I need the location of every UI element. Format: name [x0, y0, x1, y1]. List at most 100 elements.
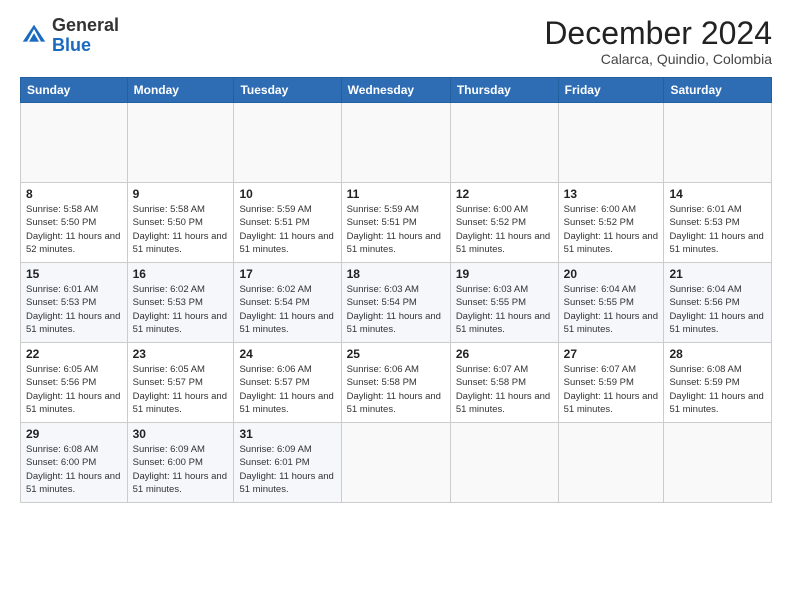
calendar-day-cell — [558, 423, 664, 503]
month-title: December 2024 — [544, 16, 772, 51]
calendar-table: Sunday Monday Tuesday Wednesday Thursday… — [20, 77, 772, 503]
title-block: December 2024 Calarca, Quindio, Colombia — [544, 16, 772, 67]
day-number: 11 — [347, 187, 445, 201]
calendar-day-cell — [341, 423, 450, 503]
calendar-day-cell: 27 Sunrise: 6:07 AMSunset: 5:59 PMDaylig… — [558, 343, 664, 423]
day-info: Sunrise: 6:04 AMSunset: 5:55 PMDaylight:… — [564, 284, 658, 335]
day-number: 30 — [133, 427, 229, 441]
calendar-day-cell: 30 Sunrise: 6:09 AMSunset: 6:00 PMDaylig… — [127, 423, 234, 503]
calendar-day-cell: 17 Sunrise: 6:02 AMSunset: 5:54 PMDaylig… — [234, 263, 341, 343]
day-number: 17 — [239, 267, 335, 281]
day-number: 10 — [239, 187, 335, 201]
logo-general: General — [52, 15, 119, 35]
calendar-day-cell: 26 Sunrise: 6:07 AMSunset: 5:58 PMDaylig… — [450, 343, 558, 423]
day-info: Sunrise: 6:03 AMSunset: 5:55 PMDaylight:… — [456, 284, 550, 335]
calendar-week-row — [21, 103, 772, 183]
logo-icon — [20, 22, 48, 50]
calendar-day-cell — [127, 103, 234, 183]
day-number: 16 — [133, 267, 229, 281]
day-number: 20 — [564, 267, 659, 281]
day-info: Sunrise: 6:00 AMSunset: 5:52 PMDaylight:… — [456, 204, 550, 255]
day-number: 23 — [133, 347, 229, 361]
calendar-day-cell: 29 Sunrise: 6:08 AMSunset: 6:00 PMDaylig… — [21, 423, 128, 503]
day-info: Sunrise: 5:59 AMSunset: 5:51 PMDaylight:… — [239, 204, 333, 255]
day-info: Sunrise: 6:02 AMSunset: 5:53 PMDaylight:… — [133, 284, 227, 335]
col-saturday: Saturday — [664, 78, 772, 103]
calendar-day-cell: 10 Sunrise: 5:59 AMSunset: 5:51 PMDaylig… — [234, 183, 341, 263]
day-number: 26 — [456, 347, 553, 361]
day-number: 8 — [26, 187, 122, 201]
day-info: Sunrise: 6:05 AMSunset: 5:57 PMDaylight:… — [133, 364, 227, 415]
day-number: 31 — [239, 427, 335, 441]
col-thursday: Thursday — [450, 78, 558, 103]
day-number: 22 — [26, 347, 122, 361]
calendar-week-row: 22 Sunrise: 6:05 AMSunset: 5:56 PMDaylig… — [21, 343, 772, 423]
calendar-day-cell — [450, 423, 558, 503]
logo-text: General Blue — [52, 16, 119, 56]
day-info: Sunrise: 6:00 AMSunset: 5:52 PMDaylight:… — [564, 204, 658, 255]
col-tuesday: Tuesday — [234, 78, 341, 103]
day-number: 25 — [347, 347, 445, 361]
calendar-day-cell — [664, 423, 772, 503]
calendar-day-cell: 22 Sunrise: 6:05 AMSunset: 5:56 PMDaylig… — [21, 343, 128, 423]
calendar-day-cell: 31 Sunrise: 6:09 AMSunset: 6:01 PMDaylig… — [234, 423, 341, 503]
calendar-day-cell: 14 Sunrise: 6:01 AMSunset: 5:53 PMDaylig… — [664, 183, 772, 263]
col-friday: Friday — [558, 78, 664, 103]
calendar-day-cell: 28 Sunrise: 6:08 AMSunset: 5:59 PMDaylig… — [664, 343, 772, 423]
calendar-day-cell — [234, 103, 341, 183]
day-info: Sunrise: 6:07 AMSunset: 5:58 PMDaylight:… — [456, 364, 550, 415]
day-info: Sunrise: 6:03 AMSunset: 5:54 PMDaylight:… — [347, 284, 441, 335]
day-info: Sunrise: 6:09 AMSunset: 6:01 PMDaylight:… — [239, 444, 333, 495]
day-number: 28 — [669, 347, 766, 361]
col-wednesday: Wednesday — [341, 78, 450, 103]
calendar-day-cell — [664, 103, 772, 183]
day-info: Sunrise: 6:06 AMSunset: 5:58 PMDaylight:… — [347, 364, 441, 415]
location: Calarca, Quindio, Colombia — [544, 51, 772, 67]
calendar-day-cell: 11 Sunrise: 5:59 AMSunset: 5:51 PMDaylig… — [341, 183, 450, 263]
calendar-day-cell: 18 Sunrise: 6:03 AMSunset: 5:54 PMDaylig… — [341, 263, 450, 343]
day-number: 18 — [347, 267, 445, 281]
day-number: 19 — [456, 267, 553, 281]
calendar-day-cell: 15 Sunrise: 6:01 AMSunset: 5:53 PMDaylig… — [21, 263, 128, 343]
calendar-week-row: 29 Sunrise: 6:08 AMSunset: 6:00 PMDaylig… — [21, 423, 772, 503]
day-number: 27 — [564, 347, 659, 361]
calendar-day-cell: 25 Sunrise: 6:06 AMSunset: 5:58 PMDaylig… — [341, 343, 450, 423]
day-info: Sunrise: 5:58 AMSunset: 5:50 PMDaylight:… — [26, 204, 120, 255]
col-sunday: Sunday — [21, 78, 128, 103]
col-monday: Monday — [127, 78, 234, 103]
header: General Blue December 2024 Calarca, Quin… — [20, 16, 772, 67]
day-number: 15 — [26, 267, 122, 281]
calendar-day-cell: 23 Sunrise: 6:05 AMSunset: 5:57 PMDaylig… — [127, 343, 234, 423]
day-number: 14 — [669, 187, 766, 201]
calendar-day-cell: 13 Sunrise: 6:00 AMSunset: 5:52 PMDaylig… — [558, 183, 664, 263]
day-info: Sunrise: 5:59 AMSunset: 5:51 PMDaylight:… — [347, 204, 441, 255]
day-number: 21 — [669, 267, 766, 281]
calendar-day-cell: 9 Sunrise: 5:58 AMSunset: 5:50 PMDayligh… — [127, 183, 234, 263]
day-info: Sunrise: 6:01 AMSunset: 5:53 PMDaylight:… — [669, 204, 763, 255]
calendar-day-cell: 24 Sunrise: 6:06 AMSunset: 5:57 PMDaylig… — [234, 343, 341, 423]
day-info: Sunrise: 6:08 AMSunset: 6:00 PMDaylight:… — [26, 444, 120, 495]
calendar-day-cell: 21 Sunrise: 6:04 AMSunset: 5:56 PMDaylig… — [664, 263, 772, 343]
day-info: Sunrise: 6:08 AMSunset: 5:59 PMDaylight:… — [669, 364, 763, 415]
day-number: 12 — [456, 187, 553, 201]
calendar-day-cell — [341, 103, 450, 183]
calendar-day-cell — [450, 103, 558, 183]
calendar-week-row: 15 Sunrise: 6:01 AMSunset: 5:53 PMDaylig… — [21, 263, 772, 343]
day-number: 24 — [239, 347, 335, 361]
day-number: 13 — [564, 187, 659, 201]
calendar-day-cell: 12 Sunrise: 6:00 AMSunset: 5:52 PMDaylig… — [450, 183, 558, 263]
day-info: Sunrise: 6:01 AMSunset: 5:53 PMDaylight:… — [26, 284, 120, 335]
logo: General Blue — [20, 16, 119, 56]
page: General Blue December 2024 Calarca, Quin… — [0, 0, 792, 612]
calendar-day-cell: 16 Sunrise: 6:02 AMSunset: 5:53 PMDaylig… — [127, 263, 234, 343]
calendar-day-cell: 20 Sunrise: 6:04 AMSunset: 5:55 PMDaylig… — [558, 263, 664, 343]
day-info: Sunrise: 6:02 AMSunset: 5:54 PMDaylight:… — [239, 284, 333, 335]
calendar-week-row: 8 Sunrise: 5:58 AMSunset: 5:50 PMDayligh… — [21, 183, 772, 263]
calendar-day-cell — [21, 103, 128, 183]
day-number: 29 — [26, 427, 122, 441]
day-info: Sunrise: 6:04 AMSunset: 5:56 PMDaylight:… — [669, 284, 763, 335]
day-info: Sunrise: 6:07 AMSunset: 5:59 PMDaylight:… — [564, 364, 658, 415]
day-info: Sunrise: 5:58 AMSunset: 5:50 PMDaylight:… — [133, 204, 227, 255]
calendar-day-cell — [558, 103, 664, 183]
day-info: Sunrise: 6:06 AMSunset: 5:57 PMDaylight:… — [239, 364, 333, 415]
